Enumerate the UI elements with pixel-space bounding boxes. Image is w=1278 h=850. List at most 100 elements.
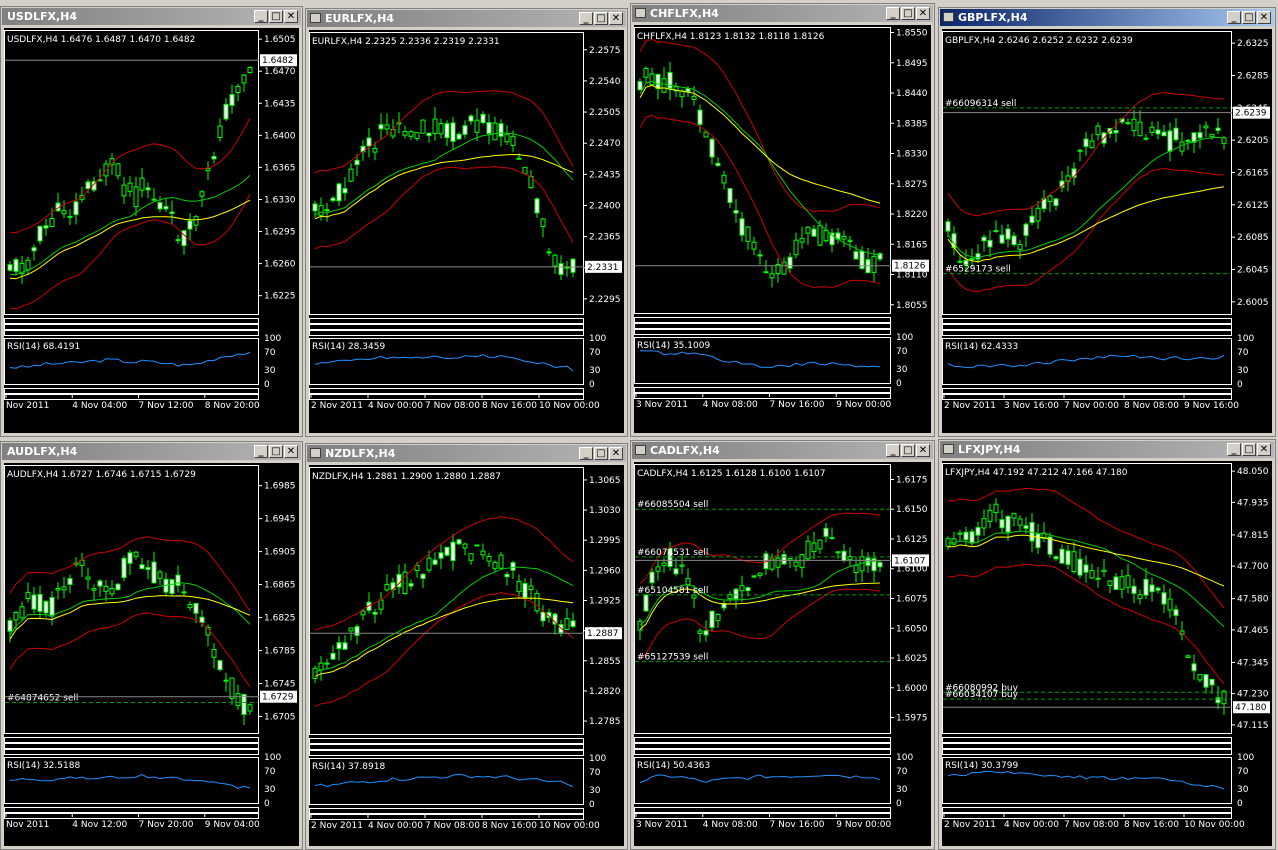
minimize-button[interactable]: _ (1227, 443, 1241, 456)
price-tick-label: 47.230 (1237, 690, 1269, 700)
minimize-button[interactable]: _ (579, 447, 593, 460)
order-label: #66074531 sell (637, 548, 708, 558)
chart-svg: 1.30651.30301.29951.29601.29251.28901.28… (309, 467, 622, 831)
minimize-button[interactable]: _ (886, 7, 900, 20)
candle-body (336, 183, 342, 202)
maximize-button[interactable]: □ (269, 445, 283, 458)
close-button[interactable]: ✕ (916, 7, 930, 20)
pane-separator (634, 317, 891, 323)
rsi-line (9, 774, 251, 789)
price-tick-label: 1.8165 (896, 240, 928, 250)
title-bar[interactable]: EURLFX,H4 _ □ ✕ (307, 10, 626, 27)
chart-window-gbplfx[interactable]: GBPLFX,H4 _ □ ✕ 2.63252.62852.62452.6205… (938, 7, 1276, 437)
time-label: 4 Nov 00:00 (368, 401, 423, 411)
maximize-button[interactable]: □ (594, 12, 608, 25)
rsi-label: RSI(14) 37.8918 (312, 762, 385, 772)
chart-window-cadlfx[interactable]: CADLFX,H4 _ □ ✕ 1.6175 1.6150 1.6125 1.6100… (630, 440, 935, 850)
candle-body (121, 557, 127, 578)
price-tick-label: 47.700 (1237, 562, 1269, 572)
candle-body (462, 125, 468, 135)
minimize-button[interactable]: _ (579, 12, 593, 25)
lower-band (314, 165, 574, 250)
moving-average-mid (639, 80, 881, 256)
minimize-button[interactable]: _ (254, 445, 268, 458)
pane-separator (942, 330, 1232, 336)
candle-body (1011, 235, 1017, 246)
chart-area[interactable]: 1.6985 1.6945 1.6905 1.6865 1.6825 1.6785 1.67… (4, 463, 299, 846)
chart-area[interactable]: 1.6505 1.6470 1.6435 1.6400 1.6365 1.6330 1.62… (4, 28, 299, 433)
chart-window-usdlfx[interactable]: USDLFX,H4 _ □ ✕ 1.6505 1.6470 1.6435 1.6400… (0, 6, 303, 437)
minimize-button[interactable]: _ (254, 10, 268, 23)
chart-window-audlfx[interactable]: AUDLFX,H4 _ □ ✕ 1.6985 1.6945 1.6905 1.6865… (0, 441, 303, 850)
close-button[interactable]: ✕ (1257, 11, 1271, 24)
maximize-button[interactable]: □ (901, 444, 915, 457)
price-tick-label: 1.6865 (264, 581, 296, 591)
title-bar[interactable]: CADLFX,H4 _ □ ✕ (632, 442, 933, 459)
title-bar[interactable]: GBPLFX,H4 _ □ ✕ (940, 9, 1274, 26)
candle-body (1221, 137, 1227, 144)
maximize-button[interactable]: □ (269, 10, 283, 23)
candle-body (175, 574, 181, 586)
pane-separator (942, 388, 1232, 394)
candle-body (673, 568, 679, 575)
time-label: 2 Nov 2011 (944, 401, 996, 411)
title-bar[interactable]: AUDLFX,H4 _ □ ✕ (2, 443, 301, 460)
upper-band (314, 89, 574, 174)
chart-area[interactable]: 1.8550 1.8495 1.8440 1.8385 1.8330 1.8275 1.82… (634, 25, 931, 433)
maximize-button[interactable]: □ (1242, 11, 1256, 24)
chart-window-nzdlfx[interactable]: NZDLFX,H4 _ □ ✕ 1.3065 1.3030 1.2995 1.2960… (305, 443, 628, 850)
chart-area[interactable]: 2.2575 2.2540 2.2505 2.2470 2.2435 2.2400 2.23… (309, 30, 624, 433)
chart-window-eurlfx[interactable]: EURLFX,H4 _ □ ✕ 2.2575 2.2540 2.2505 2.2470… (305, 8, 628, 437)
candle-body (366, 137, 372, 147)
close-button[interactable]: ✕ (609, 447, 623, 460)
close-button[interactable]: ✕ (1257, 443, 1271, 456)
maximize-button[interactable]: □ (901, 7, 915, 20)
candle-body (516, 157, 522, 160)
candle-body (1071, 551, 1077, 573)
candle-body (739, 218, 745, 236)
chart-area[interactable]: 48.050 47.935 47.815 47.700 47.580 47.465 47.3… (942, 461, 1272, 846)
candle-body (510, 562, 516, 571)
candle-body (987, 509, 993, 522)
chart-area[interactable]: 1.30651.30301.29951.29601.29251.28901.28… (309, 465, 624, 846)
close-button[interactable]: ✕ (284, 10, 298, 23)
candle-body (1155, 129, 1161, 135)
chart-area[interactable]: 2.63252.62852.62452.62052.61652.61252.60… (942, 29, 1272, 433)
pane-separator (309, 330, 584, 336)
candle-body (691, 95, 697, 100)
minimize-button[interactable]: _ (1227, 11, 1241, 24)
maximize-button[interactable]: □ (1242, 443, 1256, 456)
candle-body (151, 198, 157, 201)
candle-body (211, 649, 217, 658)
price-tick-label: 2.2540 (589, 77, 621, 87)
close-button[interactable]: ✕ (284, 445, 298, 458)
pane-separator (634, 329, 891, 335)
title-bar[interactable]: LFXJPY,H4 _ □ ✕ (940, 441, 1274, 458)
close-button[interactable]: ✕ (609, 12, 623, 25)
price-tick-label: 2.2575 (589, 46, 621, 56)
maximize-button[interactable]: □ (594, 447, 608, 460)
minimize-button[interactable]: _ (886, 444, 900, 457)
candle-body (709, 610, 715, 628)
pane-separator (309, 814, 584, 820)
price-tick-label: 2.2505 (589, 108, 621, 118)
pane-separator (4, 324, 259, 330)
chart-area[interactable]: 1.6175 1.6150 1.6125 1.6100 1.6075 1.6050 1.60… (634, 462, 931, 846)
price-tick-label: 1.6985 (264, 482, 296, 492)
title-bar[interactable]: CHFLFX,H4 _ □ ✕ (632, 5, 933, 22)
close-button[interactable]: ✕ (916, 444, 930, 457)
candle-body (25, 591, 31, 600)
price-tick-label: 47.815 (1237, 531, 1269, 541)
title-bar[interactable]: USDLFX,H4 _ □ ✕ (2, 8, 301, 25)
rsi-level-label: 70 (896, 347, 908, 357)
time-label: 7 Nov 08:00 (1064, 820, 1119, 830)
chart-window-chflfx[interactable]: CHFLFX,H4 _ □ ✕ 1.8550 1.8495 1.8440 1.8385… (630, 3, 935, 437)
title-bar[interactable]: NZDLFX,H4 _ □ ✕ (307, 445, 626, 462)
candle-body (709, 138, 715, 158)
candle-body (999, 519, 1005, 529)
rsi-level-label: 0 (264, 799, 270, 809)
price-tick-label: 47.580 (1237, 595, 1269, 605)
chart-window-lfxjpy[interactable]: LFXJPY,H4 _ □ ✕ 48.050 47.935 47.815 47.700… (938, 439, 1276, 850)
time-label: 4 Nov 00:00 (368, 821, 423, 831)
candle-body (438, 123, 444, 135)
